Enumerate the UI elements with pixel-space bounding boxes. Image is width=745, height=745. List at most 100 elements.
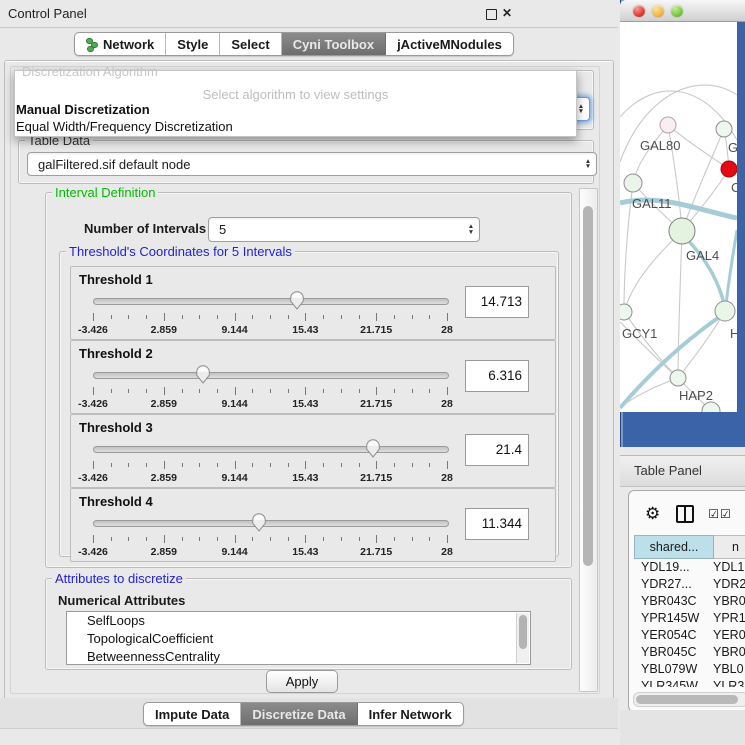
spinner-arrows-icon: ▲▼ — [463, 224, 479, 235]
thresholds-group-title: Threshold's Coordinates for 5 Intervals — [66, 244, 295, 259]
threshold-4-value-field[interactable]: 11.344 — [465, 508, 529, 540]
table-row[interactable]: YER054CYER0 — [634, 627, 745, 644]
combo-arrows-icon: ▲▼ — [580, 159, 596, 170]
attributes-list[interactable]: SelfLoops TopologicalCoefficient Between… — [66, 611, 531, 665]
scrollbar-thumb[interactable] — [583, 206, 593, 566]
table-toolbar: ⚙ ☑☑ — [629, 497, 745, 531]
slider-scale: -3.4262.8599.14415.4321.71528 — [93, 546, 447, 558]
table-row[interactable]: YBL079WYBL0 — [634, 661, 745, 678]
list-item[interactable]: SelfLoops — [67, 612, 530, 630]
node-gal80[interactable] — [660, 117, 676, 133]
interval-definition-title: Interval Definition — [52, 185, 158, 200]
algorithm-dropdown-popup: Select algorithm to view settings Manual… — [14, 70, 577, 137]
cyni-mode-tabbar: Impute Data Discretize Data Infer Networ… — [143, 702, 464, 726]
threshold-1-slider[interactable]: -3.4262.8599.14415.4321.71528 — [93, 291, 447, 331]
table-panel-title: Table Panel — [634, 463, 702, 478]
number-of-intervals-spinner[interactable]: 5 ▲▼ — [208, 217, 480, 242]
node[interactable] — [715, 301, 735, 321]
control-panel-tabbar: Network Style Select Cyni Toolbox jActiv… — [74, 32, 514, 56]
tab-jactivemnodules[interactable]: jActiveMNodules — [386, 33, 513, 55]
table-row[interactable]: YPR145WYPR1 — [634, 610, 745, 627]
column-header-name[interactable]: n — [714, 535, 745, 559]
table-data-group: Table Data galFiltered.sif default node … — [18, 140, 594, 184]
table-panel-titlebar: Table Panel — [620, 455, 745, 487]
table-data-combobox[interactable]: galFiltered.sif default node ▲▼ — [27, 152, 597, 176]
column-header-shared-name[interactable]: shared... — [634, 535, 714, 559]
threshold-2-value-field[interactable]: 6.316 — [465, 360, 529, 392]
node-label: G — [728, 140, 737, 155]
close-icon[interactable]: ✕ — [502, 7, 512, 20]
network-graph: GAL80 G C GAL11 GAL4 GCY1 H HAP2 — [620, 22, 737, 412]
popup-option-equal-width-frequency[interactable]: Equal Width/Frequency Discretization — [16, 119, 233, 134]
slider-thumb[interactable] — [290, 291, 305, 310]
node-label: C — [731, 180, 737, 195]
table-row[interactable]: YLR345WYLR3 — [634, 678, 745, 687]
threshold-2-slider[interactable]: -3.4262.8599.14415.4321.71528 — [93, 365, 447, 405]
node-label: HAP2 — [679, 388, 713, 403]
numerical-attributes-label: Numerical Attributes — [58, 593, 185, 608]
node[interactable] — [716, 121, 732, 137]
algorithm-placeholder: Select algorithm to view settings — [15, 87, 576, 102]
node-label: GAL11 — [632, 196, 672, 211]
thresholds-group: Threshold's Coordinates for 5 Intervals … — [59, 251, 559, 557]
tab-style[interactable]: Style — [166, 33, 220, 55]
network-window-titlebar — [620, 0, 737, 22]
tab-select[interactable]: Select — [220, 33, 281, 55]
threshold-3-value-field[interactable]: 21.4 — [465, 434, 529, 466]
attributes-group-title: Attributes to discretize — [52, 571, 186, 586]
number-of-intervals-label: Number of Intervals — [84, 221, 206, 236]
slider-thumb[interactable] — [252, 513, 267, 532]
float-panel-icon[interactable] — [486, 9, 497, 20]
intervals-value: 5 — [209, 222, 463, 237]
network-canvas[interactable]: GAL80 G C GAL11 GAL4 GCY1 H HAP2 — [620, 22, 737, 412]
node-label: GAL4 — [686, 248, 719, 263]
gear-icon[interactable]: ⚙ — [645, 504, 660, 524]
threshold-3-slider[interactable]: -3.4262.8599.14415.4321.71528 — [93, 439, 447, 479]
apply-button[interactable]: Apply — [266, 670, 338, 693]
select-columns-icon[interactable]: ☑☑ — [708, 507, 732, 521]
slider-thumb[interactable] — [195, 365, 210, 384]
threshold-1-panel: Threshold 1 -3.4262.8599.14415.4321.7152… — [70, 266, 556, 340]
column-layout-icon[interactable] — [676, 505, 694, 523]
node-gal4[interactable] — [669, 218, 695, 244]
table-horizontal-scrollbar[interactable] — [633, 692, 745, 707]
table-data-combo-value: galFiltered.sif default node — [28, 157, 580, 172]
background — [620, 710, 745, 745]
table-row[interactable]: YDR27...YDR2 — [634, 576, 745, 593]
node-label: GAL80 — [640, 138, 680, 153]
threshold-2-panel: Threshold 2 -3.4262.8599.14415.4321.7152… — [70, 340, 556, 414]
list-item[interactable]: BetweennessCentrality — [67, 648, 530, 665]
network-icon — [86, 38, 98, 51]
node-gcy1[interactable] — [620, 304, 632, 320]
table-body[interactable]: YDL19...YDL1 YDR27...YDR2 YBR043CYBR0 YP… — [634, 559, 745, 687]
slider-scale: -3.4262.8599.14415.4321.71528 — [93, 472, 447, 484]
list-scrollbar[interactable] — [516, 613, 529, 663]
threshold-1-value-field[interactable]: 14.713 — [465, 286, 529, 318]
node-selected-red[interactable] — [721, 161, 737, 177]
threshold-4-panel: Threshold 4 -3.4262.8599.14415.4321.7152… — [70, 488, 556, 562]
tab-discretize-data[interactable]: Discretize Data — [241, 703, 357, 725]
tab-cyni-toolbox[interactable]: Cyni Toolbox — [282, 33, 386, 55]
node-hap2[interactable] — [670, 370, 686, 386]
table-row[interactable]: YBR045CYBR0 — [634, 644, 745, 661]
popup-option-manual-discretization[interactable]: Manual Discretization — [16, 102, 150, 117]
slider-scale: -3.4262.8599.14415.4321.71528 — [93, 398, 447, 410]
minimize-traffic-light-icon[interactable] — [652, 5, 664, 17]
attributes-group: Attributes to discretize Numerical Attri… — [45, 578, 572, 670]
slider-thumb[interactable] — [365, 439, 380, 458]
tab-network[interactable]: Network — [75, 33, 166, 55]
zoom-traffic-light-icon[interactable] — [671, 5, 683, 17]
tab-impute-data[interactable]: Impute Data — [144, 703, 241, 725]
node-gal11[interactable] — [624, 174, 642, 192]
threshold-4-slider[interactable]: -3.4262.8599.14415.4321.71528 — [93, 513, 447, 553]
tab-infer-network[interactable]: Infer Network — [358, 703, 463, 725]
application-window: Control Panel ✕ Network Style Select Cyn… — [0, 0, 745, 745]
table-row[interactable]: YBR043CYBR0 — [634, 593, 745, 610]
node[interactable] — [702, 402, 720, 412]
list-item[interactable]: TopologicalCoefficient — [67, 630, 530, 648]
control-panel-titlebar: Control Panel ✕ — [0, 0, 618, 28]
close-traffic-light-icon[interactable] — [633, 5, 645, 17]
table-row[interactable]: YDL19...YDL1 — [634, 559, 745, 576]
panel-scrollbar[interactable] — [579, 188, 598, 692]
scrollbar-thumb[interactable] — [636, 695, 738, 704]
